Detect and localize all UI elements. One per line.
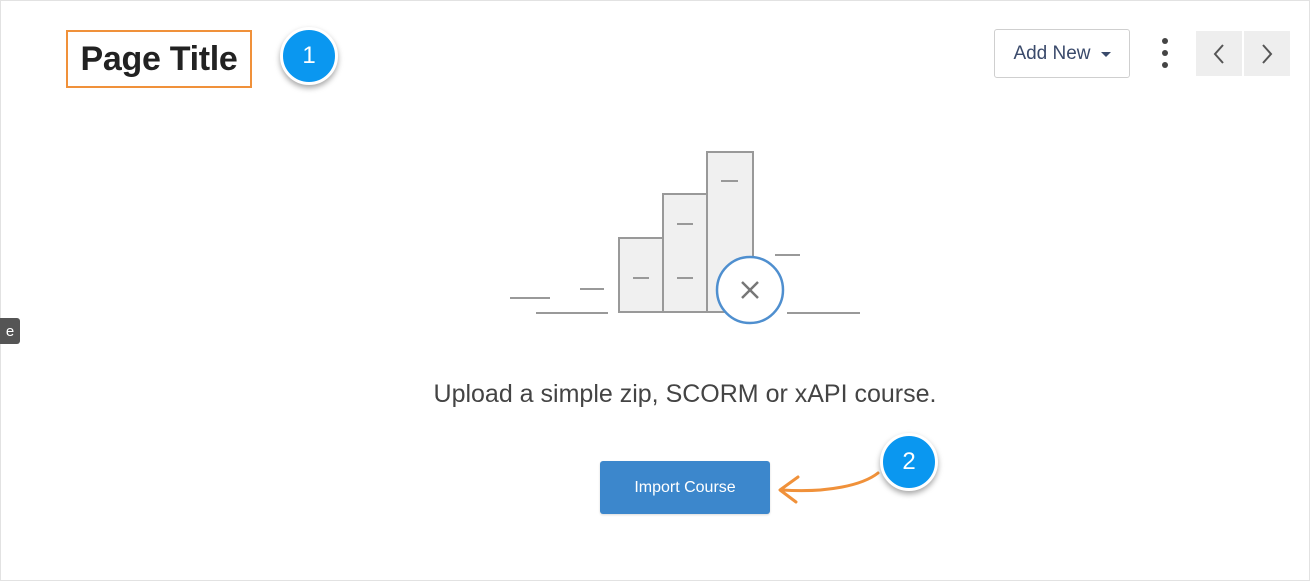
import-course-button[interactable]: Import Course <box>600 461 770 514</box>
bar-short <box>618 237 664 313</box>
empty-state-message: Upload a simple zip, SCORM or xAPI cours… <box>433 380 937 408</box>
more-vertical-icon <box>1162 38 1168 44</box>
chevron-right-icon <box>1262 43 1273 64</box>
annotation-badge-1: 1 <box>280 27 338 85</box>
previous-button[interactable] <box>1196 31 1242 76</box>
next-button[interactable] <box>1244 31 1290 76</box>
annotation-badge-2: 2 <box>880 433 938 491</box>
side-tab[interactable]: e <box>0 318 20 344</box>
add-new-button[interactable]: Add New <box>994 29 1130 78</box>
page-title: Page Title <box>80 39 238 78</box>
annotation-arrow-icon <box>778 471 880 504</box>
chevron-left-icon <box>1213 43 1224 64</box>
bar-medium <box>662 193 708 313</box>
caret-down-icon <box>1100 52 1111 57</box>
page-title-highlight: Page Title <box>66 30 252 88</box>
more-options-button[interactable] <box>1150 32 1180 74</box>
add-new-label: Add New <box>1013 42 1091 64</box>
empty-chart-illustration <box>510 151 860 325</box>
